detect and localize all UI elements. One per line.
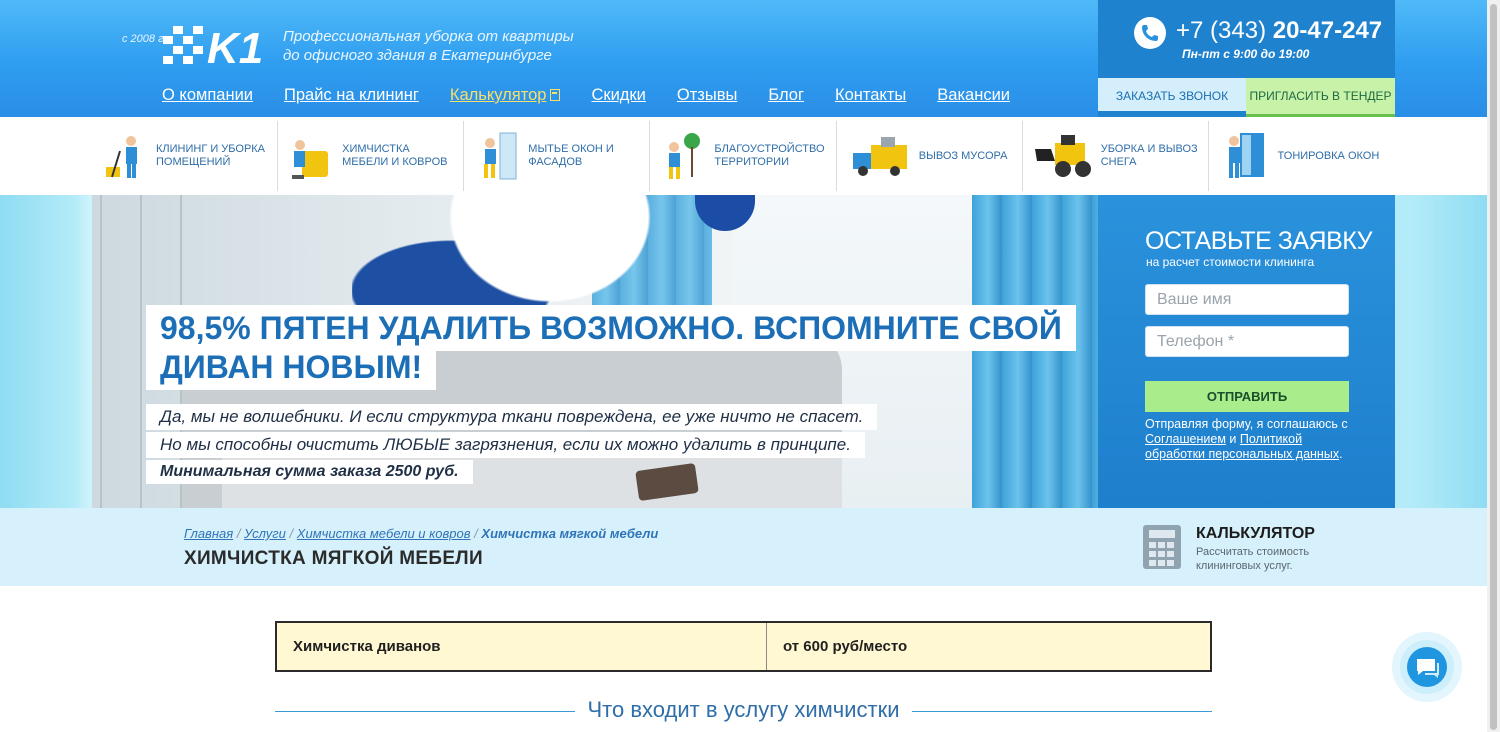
service-cleaning[interactable]: КЛИНИНГ И УБОРКА ПОМЕЩЕНИЙ [92, 121, 279, 191]
request-form: ОСТАВЬТЕ ЗАЯВКУ на расчет стоимости клин… [1098, 195, 1395, 508]
breadcrumb-separator: / [474, 526, 478, 541]
nav-blog[interactable]: Блог [768, 86, 804, 105]
snow-loader-icon [1034, 135, 1091, 177]
consent-and: и [1229, 432, 1237, 446]
form-subtitle: на расчет стоимости клининга [1146, 255, 1315, 269]
calculator-icon[interactable] [1143, 525, 1181, 569]
landscaping-icon [669, 133, 701, 179]
service-landscaping[interactable]: БЛАГОУСТРОЙСТВО ТЕРРИТОРИИ [650, 121, 837, 191]
service-label: УБОРКА И ВЫВОЗ СНЕГА [1100, 143, 1198, 168]
tagline: Профессиональная уборка от квартиры до о… [283, 27, 583, 65]
service-dry-cleaning[interactable]: ХИМЧИСТКА МЕБЕЛИ И КОВРОВ [278, 121, 465, 191]
phone-main: 20-47-247 [1272, 17, 1383, 44]
price-table-row: Химчистка диванов от 600 руб/место [275, 621, 1212, 672]
working-hours: Пн-пт с 9:00 до 19:00 [1182, 47, 1310, 61]
form-title: ОСТАВЬТЕ ЗАЯВКУ [1145, 227, 1373, 255]
breadcrumb-separator: / [236, 526, 241, 541]
order-call-button[interactable]: ЗАКАЗАТЬ ЗВОНОК [1098, 78, 1246, 114]
nav-calculator-label: Калькулятор [449, 86, 547, 104]
scrollbar[interactable] [1487, 0, 1500, 732]
phone-input[interactable]: Телефон * [1145, 326, 1349, 357]
phone-icon [1134, 17, 1166, 49]
chat-widget-button[interactable] [1392, 632, 1462, 702]
submit-button[interactable]: ОТПРАВИТЬ [1145, 381, 1349, 412]
section-heading: Что входит в услугу химчистки [275, 695, 1212, 727]
nav-contacts[interactable]: Контакты [835, 86, 906, 105]
section-heading-text: Что входит в услугу химчистки [579, 697, 908, 722]
breadcrumb-band: Главная / Услуги / Химчистка мебели и ко… [0, 508, 1487, 586]
hero-text-line-2: Но мы способны очистить ЛЮБЫЕ загрязнени… [146, 432, 865, 458]
calculator-title[interactable]: КАЛЬКУЛЯТОР [1196, 525, 1315, 543]
service-garbage[interactable]: ВЫВОЗ МУСОРА [837, 121, 1023, 191]
garbage-truck-icon [852, 137, 907, 176]
breadcrumb-separator: / [289, 526, 294, 541]
price-value-cell: от 600 руб/место [783, 638, 908, 655]
calculator-icon [550, 89, 561, 101]
service-label: БЛАГОУСТРОЙСТВО ТЕРРИТОРИИ [714, 143, 825, 168]
tagline-line-2: до офисного здания в Екатеринбурге [283, 47, 552, 64]
k1-logo[interactable]: K1 [163, 24, 269, 66]
breadcrumb-furniture-cleaning[interactable]: Химчистка мебели и ковров [297, 526, 471, 541]
agreement-link[interactable]: Соглашением [1145, 432, 1226, 446]
nav-price[interactable]: Прайс на клининг [284, 86, 419, 105]
nav-discounts[interactable]: Скидки [591, 86, 645, 105]
nav-about[interactable]: О компании [162, 86, 253, 105]
since-label: с 2008 г. [122, 33, 167, 45]
service-label: ВЫВОЗ МУСОРА [918, 149, 1008, 162]
hero-min-order: Минимальная сумма заказа 2500 руб. [146, 460, 473, 484]
service-label: ТОНИРОВКА ОКОН [1277, 149, 1380, 162]
breadcrumb-services[interactable]: Услуги [244, 526, 286, 541]
phone-box: +7 (343) 20-47-247 Пн-пт с 9:00 до 19:00… [1098, 0, 1395, 117]
tagline-line-1: Профессиональная уборка от квартиры [283, 28, 574, 45]
price-service-cell: Химчистка диванов [277, 623, 767, 670]
hero-title-line-1: 98,5% ПЯТЕН УДАЛИТЬ ВОЗМОЖНО. ВСПОМНИТЕ … [146, 305, 1076, 351]
chat-icon [1417, 659, 1439, 678]
service-windows[interactable]: МЫТЬЕ ОКОН И ФАСАДОВ [464, 121, 651, 191]
hero-title-line-2: ДИВАН НОВЫМ! [146, 346, 437, 390]
phone-number[interactable]: +7 (343) 20-47-247 [1176, 17, 1382, 45]
services-bar: КЛИНИНГ И УБОРКА ПОМЕЩЕНИЙ ХИМЧИСТКА МЕБ… [92, 121, 1394, 191]
cleaner-icon [106, 136, 137, 178]
service-label: ХИМЧИСТКА МЕБЕЛИ И КОВРОВ [342, 143, 448, 168]
invite-tender-button[interactable]: ПРИГЛАСИТЬ В ТЕНДЕР [1246, 78, 1395, 117]
hero-text-line-1: Да, мы не волшебники. И если структура т… [146, 404, 878, 430]
window-tinting-icon [1228, 133, 1264, 178]
dry-cleaning-icon [292, 140, 329, 179]
name-input[interactable]: Ваше имя [1145, 284, 1349, 315]
service-label: КЛИНИНГ И УБОРКА ПОМЕЩЕНИЙ [156, 143, 266, 168]
nav-reviews[interactable]: Отзывы [677, 86, 737, 105]
main-nav: О компании Прайс на клининг Калькулятор … [162, 86, 1041, 105]
breadcrumb-current: Химчистка мягкой мебели [481, 526, 659, 541]
consent-note: Отправляя форму, я соглашаюсь с Соглашен… [1145, 417, 1348, 461]
service-tinting[interactable]: ТОНИРОВКА ОКОН [1209, 121, 1394, 191]
page-title: ХИМЧИСТКА МЯГКОЙ МЕБЕЛИ [184, 548, 483, 569]
scrollbar-thumb[interactable] [1490, 4, 1497, 730]
nav-vacancies[interactable]: Вакансии [937, 86, 1010, 105]
service-snow[interactable]: УБОРКА И ВЫВОЗ СНЕГА [1023, 121, 1209, 191]
service-label: МЫТЬЕ ОКОН И ФАСАДОВ [528, 143, 614, 168]
calculator-subtitle: Рассчитать стоимость клининговых услуг. [1196, 546, 1310, 572]
breadcrumb: Главная / Услуги / Химчистка мебели и ко… [184, 526, 658, 541]
breadcrumb-home[interactable]: Главная [184, 526, 233, 541]
phone-prefix: +7 (343) [1176, 17, 1267, 44]
window-washing-icon [484, 132, 517, 180]
nav-calculator[interactable]: Калькулятор [450, 86, 561, 105]
logo-text: K1 [207, 24, 263, 66]
consent-prefix: Отправляя форму, я соглашаюсь с [1145, 417, 1348, 431]
